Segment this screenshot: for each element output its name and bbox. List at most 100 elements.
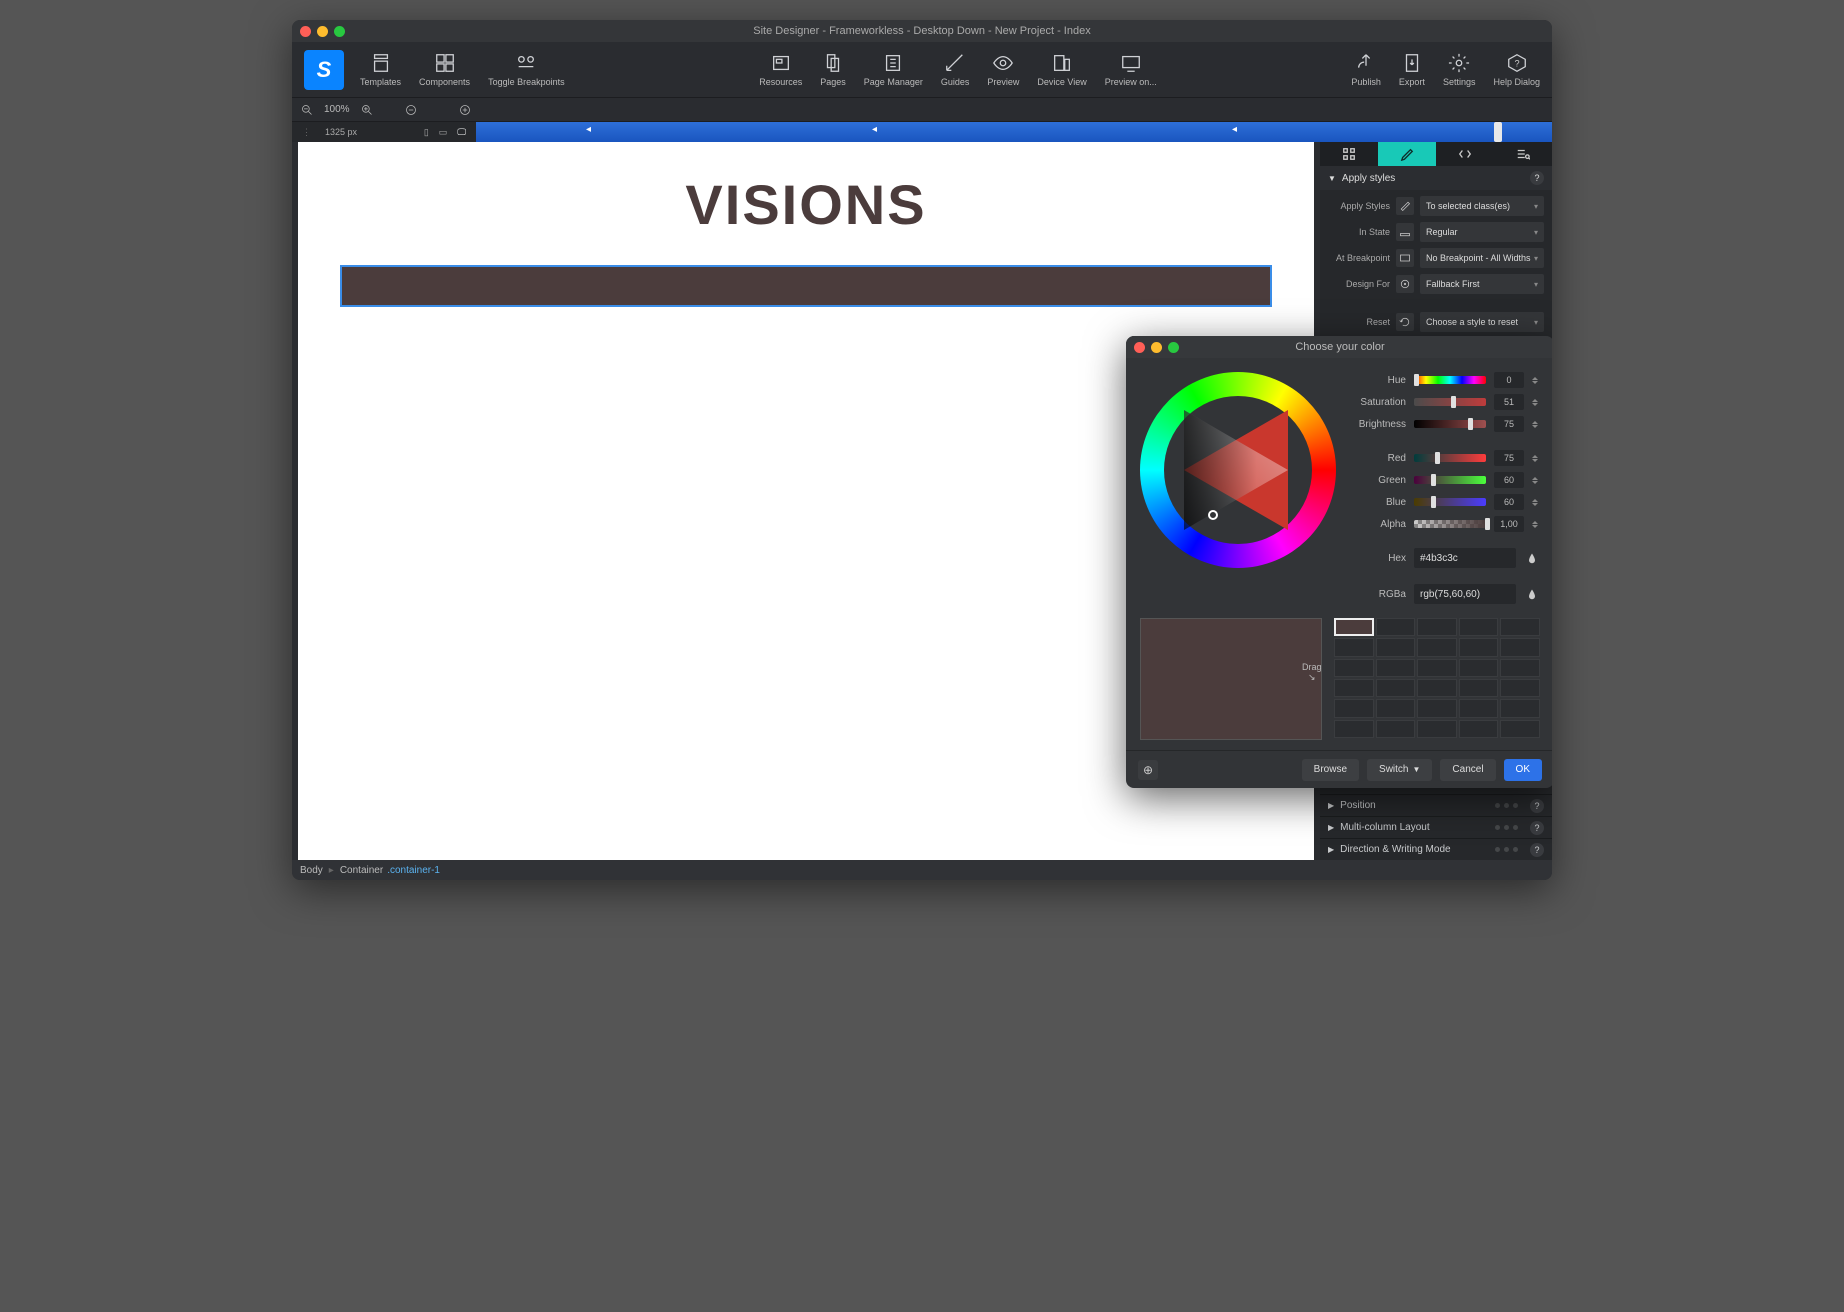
page-manager-button[interactable]: Page Manager — [864, 52, 923, 87]
add-swatch-icon[interactable]: ⊕ — [1138, 760, 1158, 780]
selected-container[interactable] — [342, 267, 1270, 305]
swatch[interactable] — [1334, 720, 1374, 738]
swatch[interactable] — [1376, 679, 1416, 697]
hex-input[interactable]: #4b3c3c — [1414, 548, 1516, 568]
help-button[interactable]: ?Help Dialog — [1493, 52, 1540, 87]
rgba-input[interactable]: rgb(75,60,60) — [1414, 584, 1516, 604]
in-state-select[interactable]: Regular — [1420, 222, 1544, 242]
red-slider[interactable]: Red75 — [1350, 450, 1540, 466]
zoom-out-icon[interactable] — [300, 103, 314, 117]
swatch[interactable] — [1417, 699, 1457, 717]
swatch[interactable] — [1376, 638, 1416, 656]
swatch[interactable] — [1500, 638, 1540, 656]
templates-button[interactable]: Templates — [360, 52, 401, 87]
tab-grid[interactable] — [1320, 142, 1378, 166]
swatch[interactable] — [1376, 618, 1416, 636]
swatch[interactable] — [1334, 699, 1374, 717]
breakpoint-select[interactable]: No Breakpoint - All Widths — [1420, 248, 1544, 268]
section-position[interactable]: ▶Position ? — [1320, 794, 1552, 816]
swatch[interactable] — [1376, 720, 1416, 738]
toggle-breakpoints-button[interactable]: Toggle Breakpoints — [488, 52, 565, 87]
breakpoint-handle[interactable] — [1494, 122, 1502, 142]
preview-on-button[interactable]: Preview on... — [1105, 52, 1157, 87]
help-icon[interactable]: ? — [1530, 843, 1544, 857]
switch-button[interactable]: Switch▼ — [1367, 759, 1432, 781]
reset-icon[interactable] — [1396, 313, 1414, 331]
swatch[interactable] — [1500, 679, 1540, 697]
section-header-apply-styles[interactable]: ▼ Apply styles ? — [1320, 166, 1552, 190]
tablet-icon[interactable]: ▭ — [439, 127, 448, 138]
alpha-slider[interactable]: Alpha1,00 — [1350, 516, 1540, 532]
swatch[interactable] — [1334, 638, 1374, 656]
swatch[interactable] — [1500, 659, 1540, 677]
swatch[interactable] — [1376, 699, 1416, 717]
help-icon[interactable]: ? — [1530, 821, 1544, 835]
swatch[interactable] — [1459, 618, 1499, 636]
saturation-slider[interactable]: Saturation51 — [1350, 394, 1540, 410]
section-direction[interactable]: ▶Direction & Writing Mode ? — [1320, 838, 1552, 860]
eyedropper-icon[interactable] — [1524, 586, 1540, 602]
tab-search[interactable] — [1494, 142, 1552, 166]
heading-visions[interactable]: VISIONS — [298, 172, 1314, 237]
eyedropper-icon[interactable] — [1524, 550, 1540, 566]
swatch[interactable] — [1376, 659, 1416, 677]
swatch[interactable] — [1334, 679, 1374, 697]
swatch[interactable] — [1334, 618, 1374, 636]
swatch[interactable] — [1459, 659, 1499, 677]
browse-button[interactable]: Browse — [1302, 759, 1359, 781]
app-logo-icon[interactable]: S — [304, 50, 344, 90]
hue-slider[interactable]: Hue0 — [1350, 372, 1540, 388]
export-button[interactable]: Export — [1399, 52, 1425, 87]
crumb-body[interactable]: Body — [300, 865, 323, 876]
help-icon[interactable]: ? — [1530, 799, 1544, 813]
section-multicolumn[interactable]: ▶Multi-column Layout ? — [1320, 816, 1552, 838]
swatch[interactable] — [1417, 618, 1457, 636]
blue-slider[interactable]: Blue60 — [1350, 494, 1540, 510]
minimize-icon[interactable] — [317, 26, 328, 37]
mobile-icon[interactable]: ▯ — [424, 127, 429, 138]
decrease-icon[interactable] — [404, 103, 418, 117]
swatch[interactable] — [1459, 699, 1499, 717]
apply-styles-select[interactable]: To selected class(es) — [1420, 196, 1544, 216]
tab-code[interactable] — [1436, 142, 1494, 166]
swatch[interactable] — [1459, 638, 1499, 656]
color-wheel[interactable] — [1140, 372, 1336, 568]
crumb-class[interactable]: .container-1 — [387, 865, 440, 876]
green-slider[interactable]: Green60 — [1350, 472, 1540, 488]
increase-icon[interactable] — [458, 103, 472, 117]
pages-button[interactable]: Pages — [820, 52, 846, 87]
device-view-button[interactable]: Device View — [1037, 52, 1086, 87]
brightness-slider[interactable]: Brightness75 — [1350, 416, 1540, 432]
swatch-grid[interactable] — [1334, 618, 1540, 738]
reset-select[interactable]: Choose a style to reset — [1420, 312, 1544, 332]
swatch[interactable] — [1459, 720, 1499, 738]
swatch[interactable] — [1417, 679, 1457, 697]
help-icon[interactable]: ? — [1530, 171, 1544, 185]
design-for-select[interactable]: Fallback First — [1420, 274, 1544, 294]
settings-button[interactable]: Settings — [1443, 52, 1476, 87]
cancel-button[interactable]: Cancel — [1440, 759, 1495, 781]
maximize-icon[interactable] — [334, 26, 345, 37]
desktop-icon[interactable]: 🖵 — [457, 127, 466, 138]
tab-styles[interactable] — [1378, 142, 1436, 166]
swatch[interactable] — [1459, 679, 1499, 697]
swatch[interactable] — [1417, 638, 1457, 656]
crumb-container[interactable]: Container — [340, 865, 383, 876]
preview-button[interactable]: Preview — [987, 52, 1019, 87]
swatch[interactable] — [1500, 618, 1540, 636]
components-button[interactable]: Components — [419, 52, 470, 87]
swatch[interactable] — [1334, 659, 1374, 677]
resources-button[interactable]: Resources — [759, 52, 802, 87]
swatch[interactable] — [1500, 699, 1540, 717]
swatch[interactable] — [1417, 720, 1457, 738]
publish-button[interactable]: Publish — [1351, 52, 1381, 87]
color-picker-cursor[interactable] — [1208, 510, 1218, 520]
zoom-in-icon[interactable] — [360, 103, 374, 117]
breakpoint-ruler[interactable]: ⋮ 1325 px ▯ ▭ 🖵 ◂ ◂ ◂ — [292, 122, 1552, 142]
guides-button[interactable]: Guides — [941, 52, 970, 87]
swatch[interactable] — [1500, 720, 1540, 738]
close-icon[interactable] — [300, 26, 311, 37]
ok-button[interactable]: OK — [1504, 759, 1542, 781]
swatch[interactable] — [1417, 659, 1457, 677]
color-titlebar[interactable]: Choose your color — [1126, 336, 1552, 358]
